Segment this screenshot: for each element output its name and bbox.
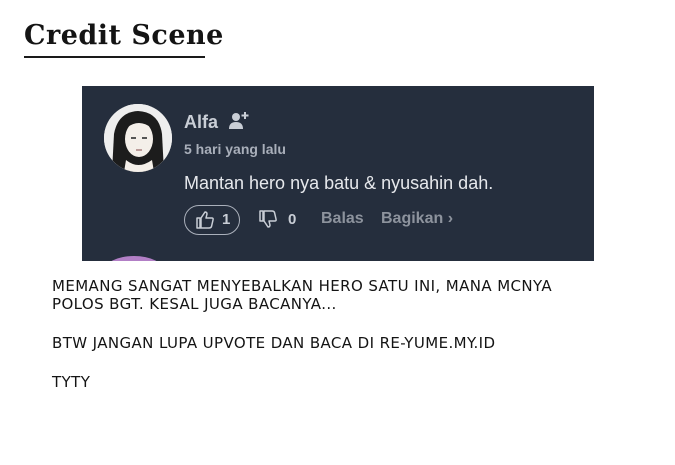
title-underline (24, 56, 205, 58)
note-line-4: TYTY (52, 373, 91, 391)
page-title: Credit Scene (24, 20, 224, 51)
note-line-2: POLOS BGT. KESAL JUGA BACANYA... (52, 295, 337, 313)
comment-username[interactable]: Alfa (184, 112, 218, 133)
reply-button[interactable]: Balas (321, 210, 364, 228)
note-line-3: BTW JANGAN LUPA UPVOTE DAN BACA DI RE-YU… (52, 334, 496, 352)
note-line-1: MEMANG SANGAT MENYEBALKAN HERO SATU INI,… (52, 277, 553, 295)
share-button[interactable]: Bagikan › (381, 210, 453, 228)
add-user-icon[interactable] (228, 110, 252, 132)
like-button[interactable]: 1 (184, 205, 240, 235)
dislike-count: 0 (288, 211, 297, 228)
avatar[interactable] (104, 104, 172, 172)
thumbs-down-icon[interactable] (258, 209, 278, 229)
like-count: 1 (222, 211, 231, 228)
comment-card: Alfa 5 hari yang lalu Mantan hero nya ba… (82, 86, 594, 261)
next-comment-avatar (104, 256, 164, 261)
thumbs-up-icon (195, 210, 215, 230)
comment-timestamp: 5 hari yang lalu (184, 141, 286, 157)
comment-text: Mantan hero nya batu & nyusahin dah. (184, 173, 494, 193)
